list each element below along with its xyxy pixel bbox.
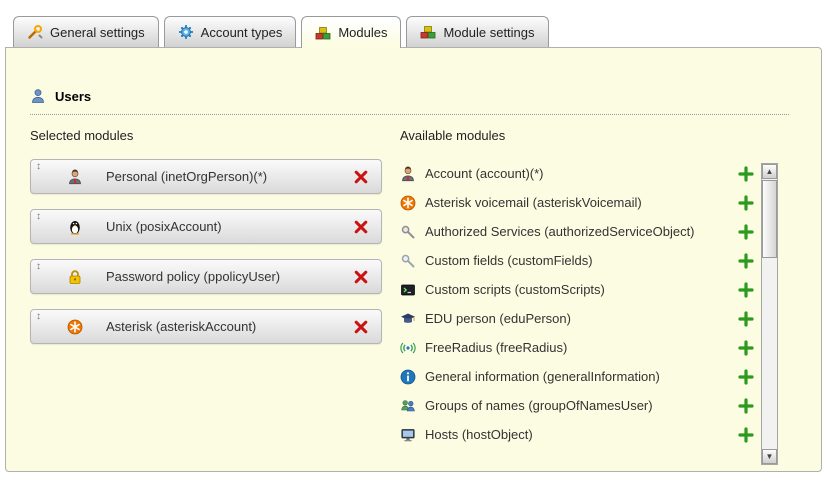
available-module-row-freeradius: FreeRadius (freeRadius) [400, 333, 760, 362]
tab-bar: General settings Account types [13, 16, 549, 48]
available-module-label: Custom fields (customFields) [425, 253, 738, 268]
selected-module-row-unix: ↕ Unix (posixAccount) [30, 209, 382, 244]
available-module-row-account: Account (account)(*) [400, 159, 760, 188]
available-module-label: General information (generalInformation) [425, 369, 738, 384]
delete-icon[interactable] [353, 219, 369, 235]
tab-modules[interactable]: Modules [301, 16, 401, 48]
add-icon[interactable] [738, 311, 754, 327]
selected-module-label: Unix (posixAccount) [106, 219, 353, 234]
person-icon [67, 169, 83, 185]
user-icon [30, 88, 46, 104]
selected-module-label: Personal (inetOrgPerson)(*) [106, 169, 353, 184]
asterisk-icon [400, 195, 416, 211]
host-icon [400, 427, 416, 443]
custom-fields-icon [400, 253, 416, 269]
modules-icon [315, 25, 331, 41]
selected-modules-column: Selected modules ↕ Personal (inetOrgPers… [30, 128, 382, 359]
users-section-header: Users [30, 88, 789, 115]
available-module-row-asterisk-voicemail: Asterisk voicemail (asteriskVoicemail) [400, 188, 760, 217]
tab-label: General settings [50, 25, 145, 40]
available-module-row-general-information: General information (generalInformation) [400, 362, 760, 391]
add-icon[interactable] [738, 369, 754, 385]
penguin-icon [67, 219, 83, 235]
modules-icon [420, 24, 436, 40]
radius-icon [400, 340, 416, 356]
section-title: Users [55, 89, 91, 104]
add-icon[interactable] [738, 340, 754, 356]
drag-handle-icon[interactable]: ↕ [36, 311, 41, 323]
selected-module-label: Asterisk (asteriskAccount) [106, 319, 353, 334]
delete-icon[interactable] [353, 269, 369, 285]
info-icon [400, 369, 416, 385]
scrollbar-thumb[interactable] [762, 180, 777, 258]
available-module-row-custom-scripts: Custom scripts (customScripts) [400, 275, 760, 304]
delete-icon[interactable] [353, 169, 369, 185]
available-module-label: FreeRadius (freeRadius) [425, 340, 738, 355]
services-icon [400, 224, 416, 240]
add-icon[interactable] [738, 195, 754, 211]
available-modules-heading: Available modules [400, 128, 760, 143]
available-modules-scrollbar[interactable]: ▲ ▼ [761, 163, 778, 465]
available-module-row-hosts: Hosts (hostObject) [400, 420, 760, 449]
add-icon[interactable] [738, 427, 754, 443]
drag-handle-icon[interactable]: ↕ [36, 161, 41, 173]
available-module-label: Account (account)(*) [425, 166, 738, 181]
delete-icon[interactable] [353, 319, 369, 335]
tab-label: Modules [338, 25, 387, 40]
available-module-row-custom-fields: Custom fields (customFields) [400, 246, 760, 275]
selected-module-label: Password policy (ppolicyUser) [106, 269, 353, 284]
tab-label: Account types [201, 25, 283, 40]
add-icon[interactable] [738, 282, 754, 298]
asterisk-icon [67, 319, 83, 335]
available-module-row-edu-person: EDU person (eduPerson) [400, 304, 760, 333]
group-icon [400, 398, 416, 414]
available-module-label: Custom scripts (customScripts) [425, 282, 738, 297]
selected-module-row-asterisk: ↕ Asterisk (asteriskAccount) [30, 309, 382, 344]
drag-handle-icon[interactable]: ↕ [36, 261, 41, 273]
add-icon[interactable] [738, 398, 754, 414]
available-module-label: Hosts (hostObject) [425, 427, 738, 442]
lam-config-page: General settings Account types [0, 0, 827, 487]
modules-panel: Users Selected modules ↕ Personal (inetO… [5, 47, 822, 472]
person-icon [400, 166, 416, 182]
available-module-label: Authorized Services (authorizedServiceOb… [425, 224, 738, 239]
available-module-label: EDU person (eduPerson) [425, 311, 738, 326]
add-icon[interactable] [738, 224, 754, 240]
available-module-row-groups-of-names: Groups of names (groupOfNamesUser) [400, 391, 760, 420]
scroll-down-button[interactable]: ▼ [762, 449, 777, 464]
add-icon[interactable] [738, 166, 754, 182]
scroll-up-button[interactable]: ▲ [762, 164, 777, 179]
selected-module-row-personal: ↕ Personal (inetOrgPerson)(*) [30, 159, 382, 194]
drag-handle-icon[interactable]: ↕ [36, 211, 41, 223]
edu-person-icon [400, 311, 416, 327]
tab-general-settings[interactable]: General settings [13, 16, 159, 47]
script-icon [400, 282, 416, 298]
available-modules-column: Available modules Account (account)(*) [400, 128, 760, 449]
tab-module-settings[interactable]: Module settings [406, 16, 548, 47]
gear-icon [178, 24, 194, 40]
selected-modules-heading: Selected modules [30, 128, 382, 143]
lock-icon [67, 269, 83, 285]
tab-account-types[interactable]: Account types [164, 16, 297, 47]
tools-icon [27, 24, 43, 40]
add-icon[interactable] [738, 253, 754, 269]
available-module-label: Groups of names (groupOfNamesUser) [425, 398, 738, 413]
available-module-row-authorized-services: Authorized Services (authorizedServiceOb… [400, 217, 760, 246]
available-module-label: Asterisk voicemail (asteriskVoicemail) [425, 195, 738, 210]
tab-label: Module settings [443, 25, 534, 40]
selected-module-row-password-policy: ↕ Password policy (ppolicyUser) [30, 259, 382, 294]
